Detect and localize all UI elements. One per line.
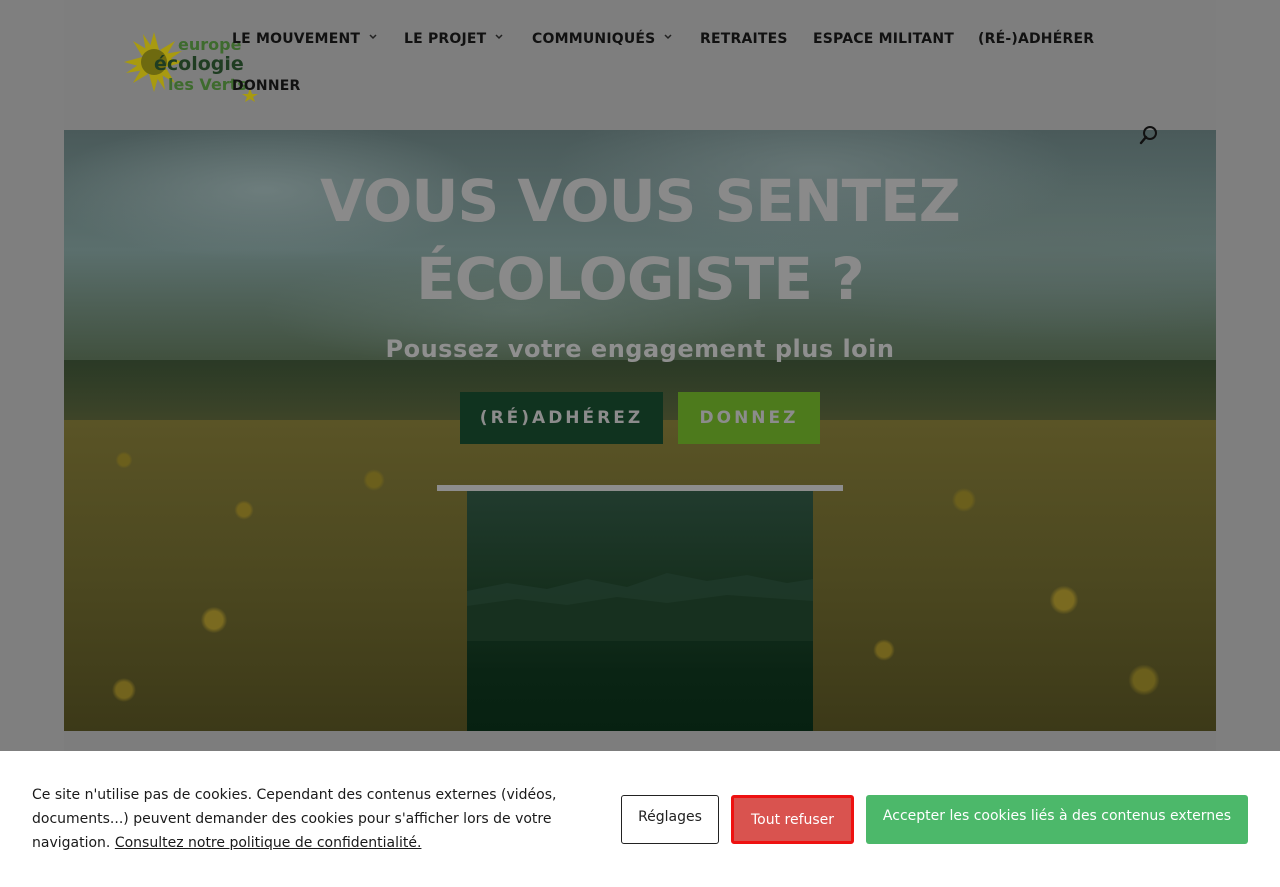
- hero-title-line-2: ÉCOLOGISTE ?: [416, 245, 865, 313]
- nav-label: COMMUNIQUÉS: [532, 31, 656, 47]
- nav-espace-militant[interactable]: ESPACE MILITANT: [813, 31, 954, 47]
- search-icon[interactable]: [1138, 124, 1160, 146]
- hero-subtitle: Poussez votre engagement plus loin: [385, 335, 895, 363]
- nav-label: DONNER: [232, 78, 301, 94]
- nav-le-mouvement[interactable]: LE MOUVEMENT: [232, 31, 378, 47]
- cookie-message: Ce site n'utilise pas de cookies. Cepend…: [32, 783, 592, 855]
- nav-label: LE MOUVEMENT: [232, 31, 361, 47]
- chevron-down-icon: [663, 32, 673, 45]
- donnez-button[interactable]: DONNEZ: [678, 392, 820, 444]
- accept-cookies-button[interactable]: Accepter les cookies liés à des contenus…: [866, 795, 1248, 844]
- chevron-down-icon: [368, 32, 378, 45]
- nav-donner[interactable]: DONNER: [232, 78, 301, 94]
- chevron-down-icon: [494, 32, 504, 45]
- nav-label: (RÉ-)ADHÉRER: [978, 31, 1095, 47]
- nav-communiques[interactable]: COMMUNIQUÉS: [532, 31, 673, 47]
- svg-text:écologie: écologie: [154, 53, 244, 75]
- nav-label: LE PROJET: [404, 31, 487, 47]
- nav-label: RETRAITES: [700, 31, 788, 47]
- privacy-policy-link[interactable]: Consultez notre politique de confidentia…: [115, 835, 422, 851]
- hero-title-line-1: VOUS VOUS SENTEZ: [320, 167, 961, 235]
- nav-label: ESPACE MILITANT: [813, 31, 955, 47]
- nav-le-projet[interactable]: LE PROJET: [404, 31, 504, 47]
- refuse-all-button[interactable]: Tout refuser: [731, 795, 854, 844]
- video-panel[interactable]: [467, 491, 813, 751]
- nav-readherer[interactable]: (RÉ-)ADHÉRER: [978, 31, 1094, 47]
- nav-retraites[interactable]: RETRAITES: [700, 31, 788, 47]
- cookie-settings-button[interactable]: Réglages: [621, 795, 719, 844]
- mountains-image: [467, 573, 813, 641]
- cookie-banner: Ce site n'utilise pas de cookies. Cepend…: [0, 751, 1280, 887]
- readherez-button[interactable]: (RÉ)ADHÉREZ: [460, 392, 663, 444]
- content-strip: [64, 731, 1216, 751]
- hero-title: VOUS VOUS SENTEZ ÉCOLOGISTE ?: [64, 162, 1216, 318]
